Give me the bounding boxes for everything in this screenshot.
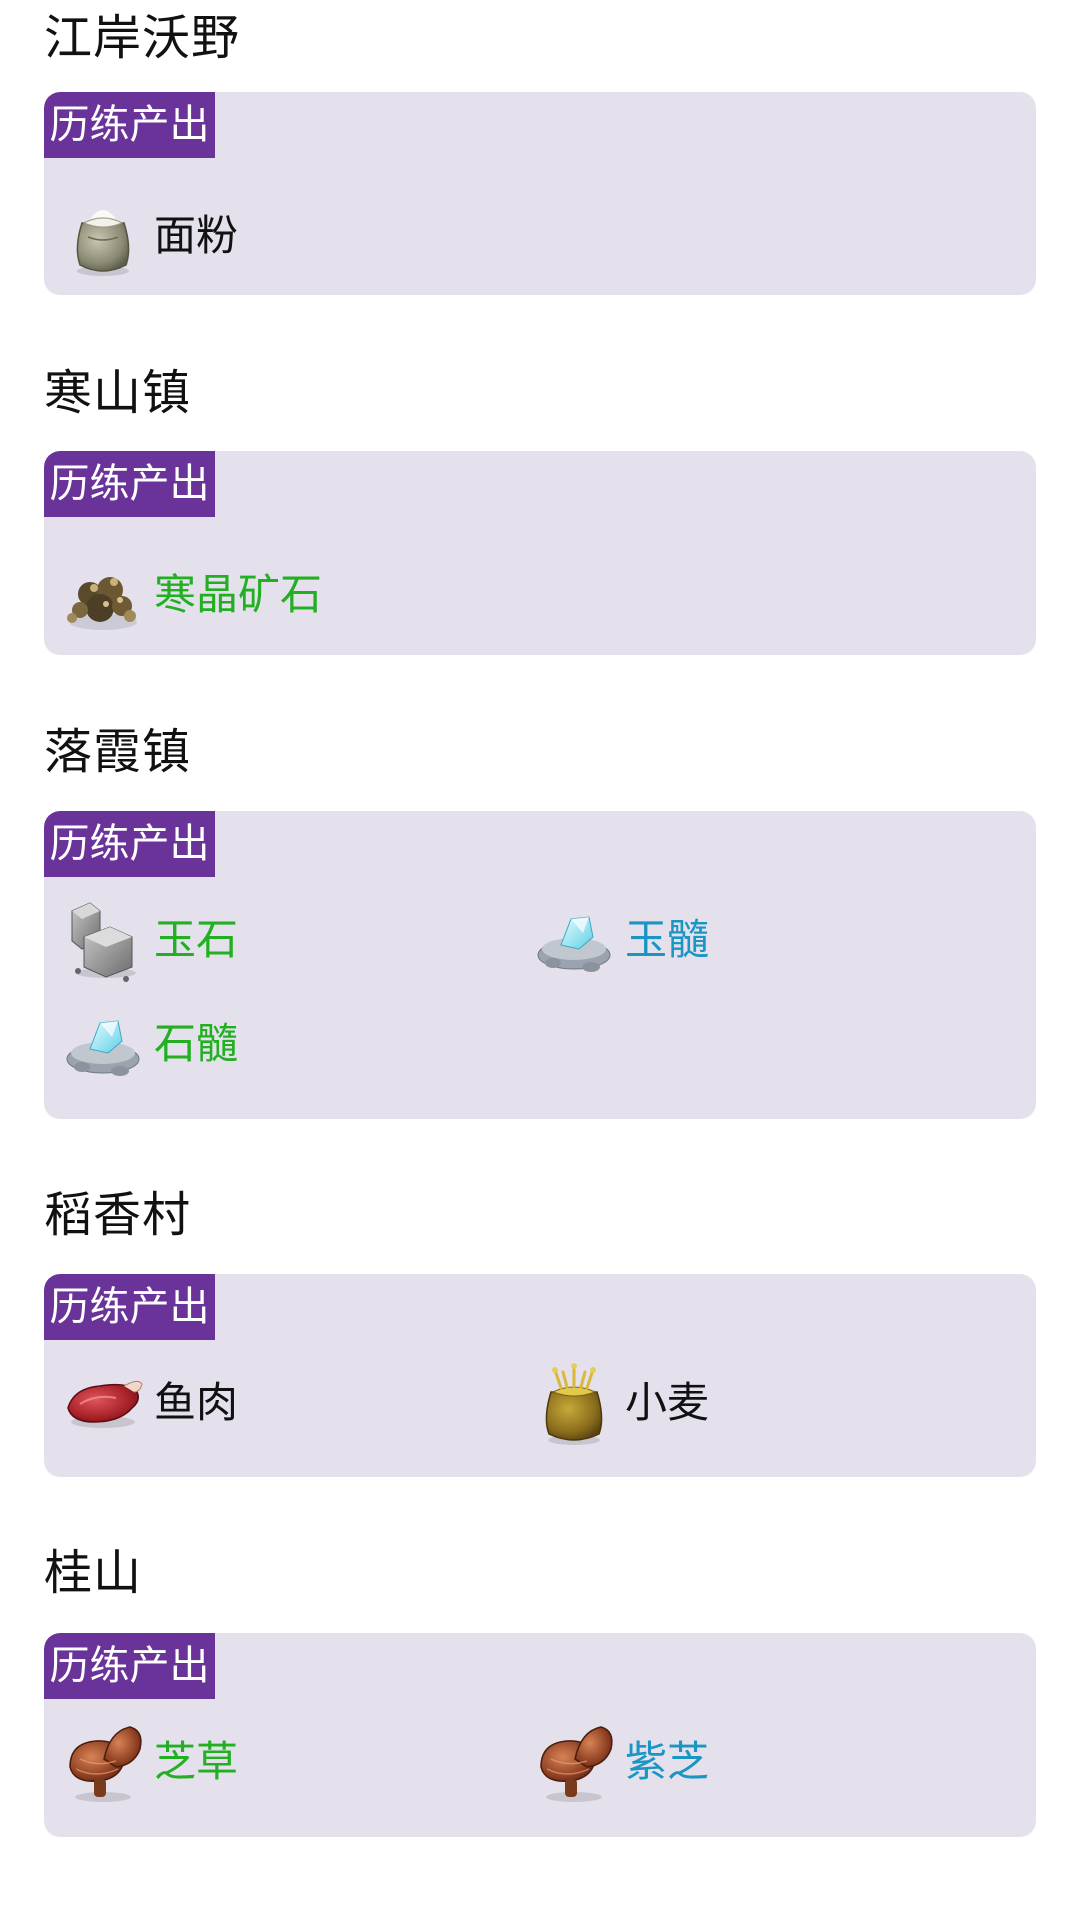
wheat-sack-icon	[531, 1360, 617, 1446]
output-tag: 历练产出	[44, 811, 215, 877]
item-entry[interactable]: 玉髓	[531, 897, 709, 983]
stone-block-icon	[60, 897, 146, 983]
output-tag: 历练产出	[44, 451, 215, 517]
crystal-icon	[60, 1001, 146, 1087]
output-tag: 历练产出	[44, 92, 215, 158]
output-card: 历练产出 鱼肉 小麦	[44, 1274, 1036, 1477]
region-title: 桂山	[44, 1545, 143, 1601]
region-title: 江岸沃野	[44, 10, 241, 66]
crystal-icon	[531, 897, 617, 983]
page: 江岸沃野 历练产出 面粉 寒山镇 历练产出 寒晶矿石 落霞镇 历练产出 玉石 玉…	[0, 0, 1080, 1920]
item-entry[interactable]: 面粉	[60, 193, 238, 279]
item-label: 鱼肉	[154, 1378, 239, 1427]
item-label: 芝草	[154, 1737, 239, 1786]
region-title: 落霞镇	[44, 724, 192, 780]
mushroom-icon	[60, 1719, 146, 1805]
flour-sack-icon	[60, 193, 146, 279]
item-label: 面粉	[154, 211, 239, 260]
item-entry[interactable]: 紫芝	[531, 1719, 709, 1805]
item-label: 石髓	[154, 1019, 239, 1068]
item-entry[interactable]: 芝草	[60, 1719, 238, 1805]
output-card: 历练产出 玉石 玉髓 石髓	[44, 811, 1036, 1119]
output-tag: 历练产出	[44, 1633, 215, 1699]
item-entry[interactable]: 玉石	[60, 897, 238, 983]
item-label: 紫芝	[625, 1737, 710, 1786]
region-title: 稻香村	[44, 1187, 192, 1243]
output-card: 历练产出 芝草 紫芝	[44, 1633, 1036, 1837]
meat-icon	[60, 1360, 146, 1446]
item-entry[interactable]: 石髓	[60, 1001, 238, 1087]
ore-icon	[60, 552, 146, 638]
item-entry[interactable]: 鱼肉	[60, 1360, 238, 1446]
item-label: 寒晶矿石	[154, 570, 323, 619]
mushroom-icon	[531, 1719, 617, 1805]
item-entry[interactable]: 小麦	[531, 1360, 709, 1446]
output-card: 历练产出 面粉	[44, 92, 1036, 295]
output-card: 历练产出 寒晶矿石	[44, 451, 1036, 655]
region-title: 寒山镇	[44, 365, 192, 421]
output-tag: 历练产出	[44, 1274, 215, 1340]
item-label: 玉石	[154, 915, 239, 964]
item-label: 小麦	[625, 1378, 710, 1427]
item-label: 玉髓	[625, 915, 710, 964]
item-entry[interactable]: 寒晶矿石	[60, 552, 322, 638]
